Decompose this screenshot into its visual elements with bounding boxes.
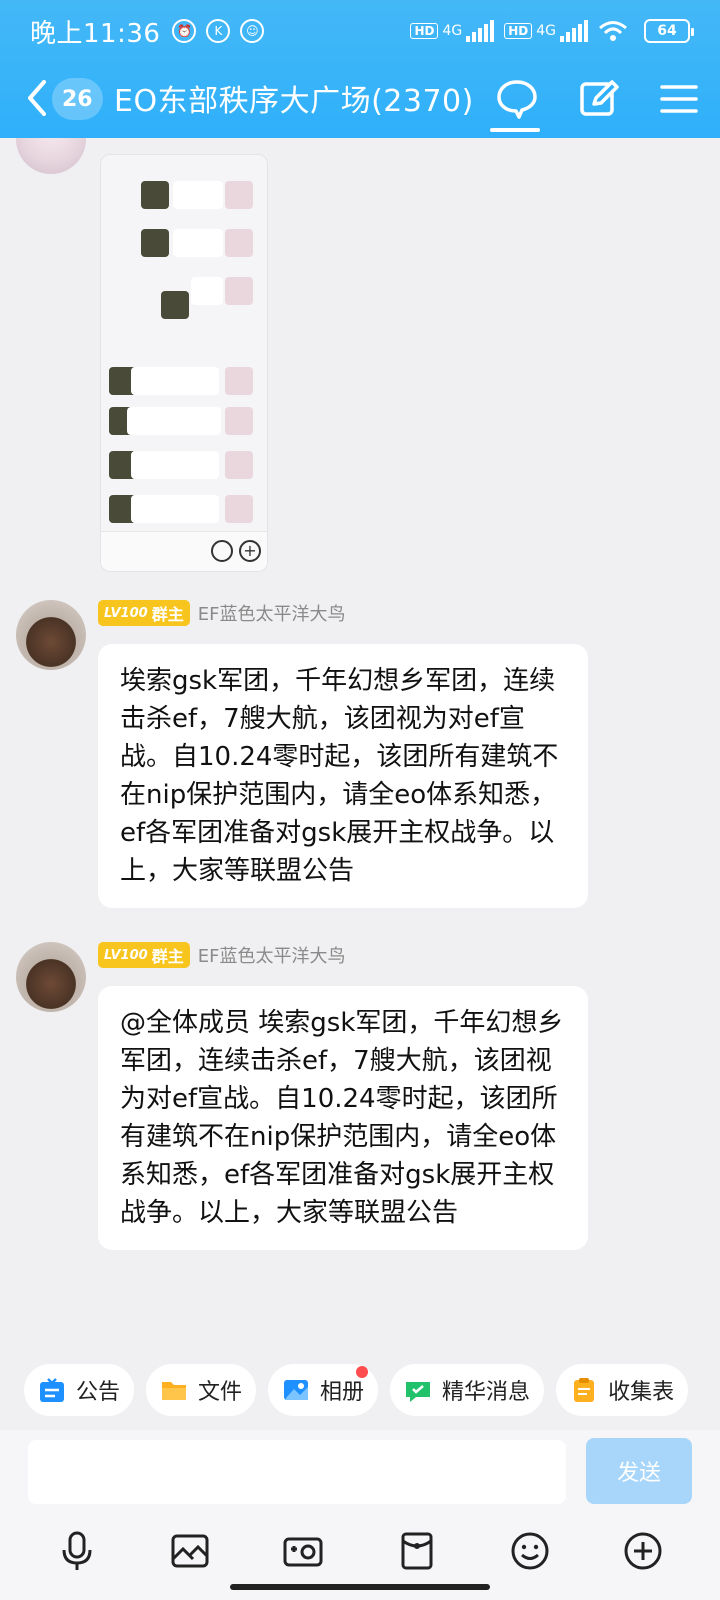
forms-button[interactable]: 收集表: [556, 1364, 689, 1416]
sender-info: LV100 群主 EF蓝色太平洋大鸟: [98, 942, 345, 968]
send-button[interactable]: 发送: [586, 1438, 692, 1504]
menu-icon[interactable]: [656, 76, 702, 122]
wifi-icon: [599, 21, 627, 41]
highlights-icon: [406, 1382, 431, 1402]
message-input[interactable]: [28, 1440, 566, 1504]
image-message[interactable]: +: [100, 154, 268, 572]
edit-icon[interactable]: [576, 76, 622, 122]
image-icon[interactable]: [168, 1529, 212, 1573]
emoji-icon[interactable]: [508, 1529, 552, 1573]
clipboard-icon: [574, 1378, 595, 1402]
signal-bars-icon: [466, 20, 495, 42]
status-bar: 晚上11:36 ⏰ K ☺ HD 4G HD 4G 64: [0, 0, 720, 62]
status-time: 晚上11:36: [30, 18, 161, 49]
sender-name[interactable]: EF蓝色太平洋大鸟: [198, 942, 346, 968]
new-badge-dot: [356, 1366, 369, 1378]
plus-icon[interactable]: [621, 1529, 665, 1573]
chat-bubble-icon[interactable]: [494, 76, 540, 122]
album-icon: [284, 1380, 309, 1400]
back-icon[interactable]: [22, 78, 52, 118]
input-area: 发送: [0, 1430, 720, 1600]
highlights-button[interactable]: 精华消息: [390, 1364, 545, 1416]
signal-bars-icon: [560, 20, 588, 42]
avatar[interactable]: [16, 600, 86, 670]
k-app-icon: K: [206, 19, 231, 43]
level-badge: LV100 群主: [98, 600, 190, 626]
sender-name[interactable]: EF蓝色太平洋大鸟: [198, 600, 346, 626]
announcement-icon: [40, 1378, 64, 1402]
title-bar: 26 EO东部秩序大广场(2370): [0, 62, 720, 138]
folder-icon: [162, 1382, 187, 1400]
red-packet-icon[interactable]: [395, 1529, 439, 1573]
home-indicator[interactable]: [230, 1584, 490, 1590]
input-toolbar: [0, 1526, 720, 1576]
notification-app-icon: ☺: [240, 19, 265, 43]
signal-1: HD 4G: [410, 20, 495, 42]
plus-icon: +: [239, 540, 261, 562]
avatar[interactable]: [16, 942, 86, 1012]
files-button[interactable]: 文件: [146, 1364, 257, 1416]
quick-action-bar: 公告 文件 相册 精华消息 收集表: [0, 1350, 720, 1430]
signal-2: HD 4G: [504, 20, 588, 42]
app-header: 晚上11:36 ⏰ K ☺ HD 4G HD 4G 64 26 EO东部秩序大广…: [0, 0, 720, 138]
microphone-icon[interactable]: [55, 1529, 99, 1573]
battery-indicator: 64: [644, 19, 694, 43]
chat-message-list[interactable]: + LV100 群主 EF蓝色太平洋大鸟 埃索gsk军团，千年幻想乡军团，连续击…: [0, 138, 720, 1348]
unread-count-badge[interactable]: 26: [52, 78, 103, 120]
announcement-button[interactable]: 公告: [24, 1364, 135, 1416]
chat-title[interactable]: EO东部秩序大广场(2370): [114, 76, 474, 120]
message-bubble[interactable]: 埃索gsk军团，千年幻想乡军团，连续击杀ef，7艘大航，该团视为对ef宣战。自1…: [98, 644, 588, 908]
album-button[interactable]: 相册: [268, 1364, 379, 1416]
camera-icon[interactable]: [281, 1529, 325, 1573]
message-bubble[interactable]: @全体成员 埃索gsk军团，千年幻想乡军团，连续击杀ef，7艘大航，该团视为对e…: [98, 986, 588, 1250]
alarm-icon: ⏰: [172, 19, 197, 43]
active-tab-indicator: [490, 128, 540, 132]
emoji-icon: [211, 540, 233, 562]
sender-info: LV100 群主 EF蓝色太平洋大鸟: [98, 600, 345, 626]
avatar[interactable]: [16, 138, 86, 174]
level-badge: LV100 群主: [98, 942, 190, 968]
